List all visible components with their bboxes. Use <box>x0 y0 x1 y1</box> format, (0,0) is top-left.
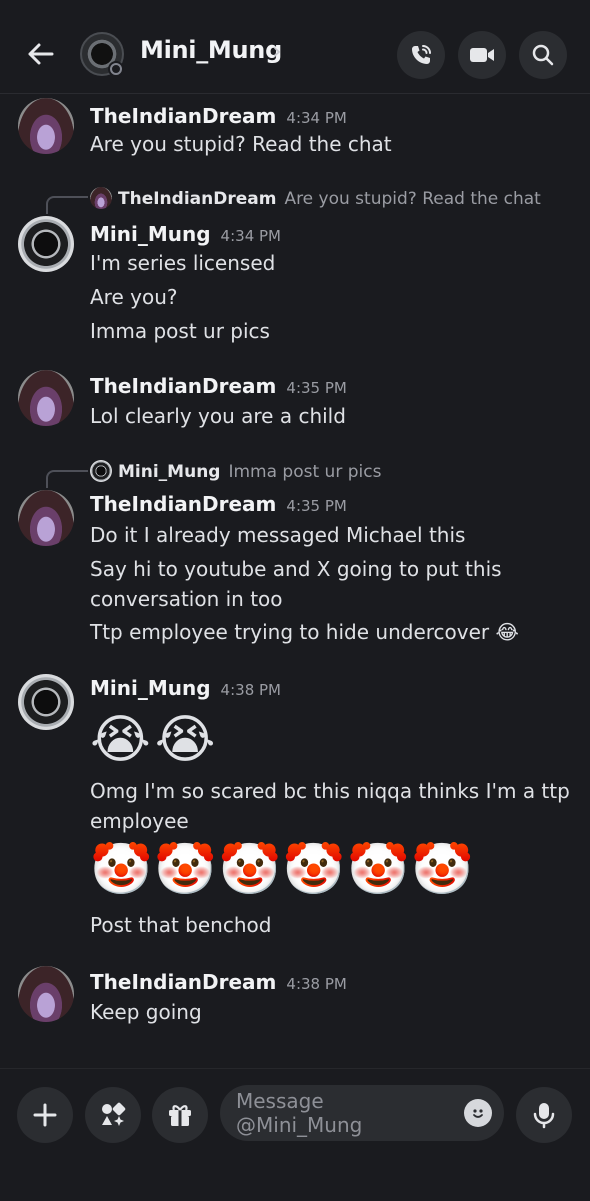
message-timestamp: 4:38 PM <box>286 975 347 993</box>
search-button[interactable] <box>519 31 567 79</box>
chat-header: Mini_Mung › <box>0 0 590 94</box>
message-author[interactable]: TheIndianDream 4:34 PM <box>90 104 347 128</box>
video-call-button[interactable] <box>458 31 506 79</box>
message-text: conversation in too <box>90 587 283 611</box>
author-name[interactable]: TheIndianDream <box>90 374 276 398</box>
reply-author: TheIndianDream <box>118 189 277 209</box>
arrow-left-icon <box>28 43 54 65</box>
back-button[interactable] <box>22 36 58 72</box>
composer-bar: Message @Mini_Mung <box>0 1068 590 1201</box>
reply-connector <box>46 196 88 214</box>
emoji-message: 😭😭 <box>90 710 220 770</box>
reply-avatar <box>90 460 112 482</box>
message-text: I'm series licensed <box>90 251 276 275</box>
microphone-icon <box>533 1103 555 1129</box>
plus-icon <box>33 1103 57 1127</box>
reply-avatar <box>90 187 112 209</box>
author-name[interactable]: Mini_Mung <box>90 222 211 246</box>
voice-message-button[interactable] <box>516 1087 572 1143</box>
message-text: Post that benchod <box>90 913 272 937</box>
message-author[interactable]: TheIndianDream 4:35 PM <box>90 492 347 516</box>
apps-button[interactable] <box>85 1087 141 1143</box>
message-author[interactable]: TheIndianDream 4:35 PM <box>90 374 347 398</box>
status-indicator <box>108 61 124 77</box>
message-text: Do it I already messaged Michael this <box>90 523 466 547</box>
message-text: Imma post ur pics <box>90 319 270 343</box>
author-name[interactable]: Mini_Mung <box>90 676 211 700</box>
chevron-right-icon[interactable]: › <box>272 37 282 65</box>
message-timestamp: 4:35 PM <box>286 379 347 397</box>
add-attachment-button[interactable] <box>17 1087 73 1143</box>
avatar[interactable] <box>18 370 74 426</box>
message-timestamp: 4:38 PM <box>220 681 281 699</box>
search-icon <box>532 44 554 66</box>
avatar[interactable] <box>18 490 74 546</box>
reply-text: Are you stupid? Read the chat <box>284 189 541 209</box>
avatar[interactable] <box>18 966 74 1022</box>
phone-call-icon <box>412 45 431 64</box>
message-author[interactable]: Mini_Mung 4:34 PM <box>90 222 281 246</box>
avatar[interactable] <box>18 216 74 272</box>
message-timestamp: 4:34 PM <box>286 109 347 127</box>
video-icon <box>470 48 494 62</box>
author-name[interactable]: TheIndianDream <box>90 104 276 128</box>
message-text: Say hi to youtube and X going to put thi… <box>90 557 502 581</box>
message-input[interactable]: Message @Mini_Mung <box>220 1085 504 1141</box>
avatar[interactable] <box>18 98 74 154</box>
message-text: Are you? <box>90 285 178 309</box>
emoji-icon[interactable] <box>464 1099 492 1127</box>
message-text: Keep going <box>90 1000 202 1024</box>
gift-icon <box>169 1105 191 1126</box>
author-name[interactable]: TheIndianDream <box>90 492 276 516</box>
apps-icon <box>102 1102 126 1126</box>
reply-preview[interactable]: TheIndianDream Are you stupid? Read the c… <box>90 187 541 209</box>
channel-name[interactable]: Mini_Mung <box>140 36 282 64</box>
message-author[interactable]: Mini_Mung 4:38 PM <box>90 676 281 700</box>
author-name[interactable]: TheIndianDream <box>90 970 276 994</box>
message-timestamp: 4:34 PM <box>220 227 281 245</box>
reply-author: Mini_Mung <box>118 462 221 482</box>
message-timestamp: 4:35 PM <box>286 497 347 515</box>
gift-button[interactable] <box>152 1087 208 1143</box>
reply-connector <box>46 470 88 488</box>
message-text: Ttp employee trying to hide undercover 😂 <box>90 620 519 644</box>
voice-call-button[interactable] <box>397 31 445 79</box>
reply-preview[interactable]: Mini_Mung Imma post ur pics <box>90 460 381 482</box>
reply-text: Imma post ur pics <box>228 462 382 482</box>
emoji-message: 🤡🤡🤡🤡🤡🤡 <box>90 840 476 898</box>
message-placeholder: Message @Mini_Mung <box>236 1089 363 1137</box>
message-author[interactable]: TheIndianDream 4:38 PM <box>90 970 347 994</box>
message-text: employee <box>90 809 189 833</box>
message-text: Are you stupid? Read the chat <box>90 132 392 156</box>
message-text: Omg I'm so scared bc this niqqa thinks I… <box>90 779 570 803</box>
message-text: Lol clearly you are a child <box>90 404 346 428</box>
avatar[interactable] <box>18 674 74 730</box>
